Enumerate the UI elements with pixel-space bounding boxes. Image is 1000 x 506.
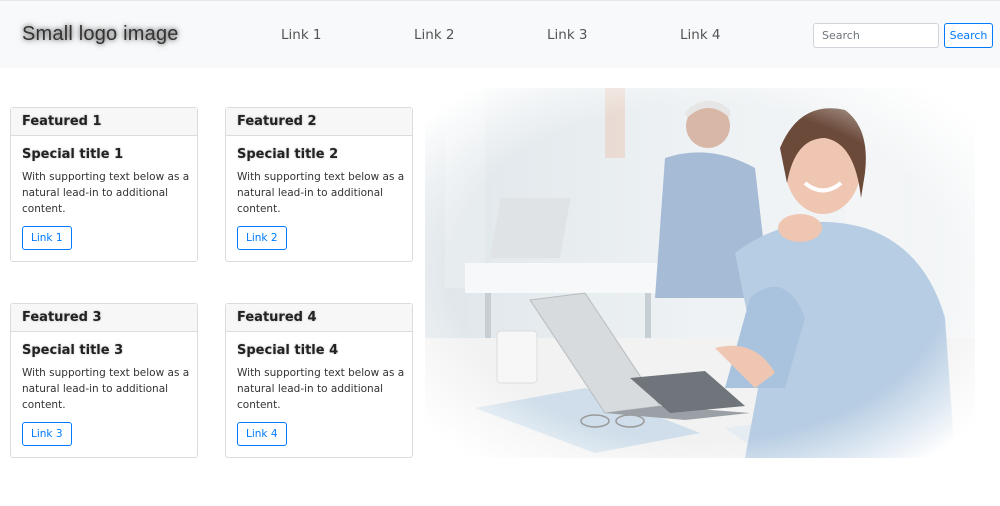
hero-photo bbox=[425, 88, 975, 458]
card-link-button[interactable]: Link 4 bbox=[237, 422, 287, 446]
search-input[interactable] bbox=[813, 23, 939, 48]
nav-link-1[interactable]: Link 1 bbox=[281, 27, 322, 43]
nav-link-2[interactable]: Link 2 bbox=[414, 27, 455, 43]
card-title: Special title 4 bbox=[237, 343, 339, 358]
card-link-button[interactable]: Link 1 bbox=[22, 226, 72, 250]
card-header: Featured 2 bbox=[226, 108, 412, 136]
search-button[interactable]: Search bbox=[944, 23, 993, 48]
card-header: Featured 3 bbox=[11, 304, 197, 332]
card-featured-2: Featured 2 Special title 2 With supporti… bbox=[225, 107, 413, 262]
card-featured-3: Featured 3 Special title 3 With supporti… bbox=[10, 303, 198, 458]
card-text: With supporting text below as a natural … bbox=[22, 171, 190, 215]
nav-link-3[interactable]: Link 3 bbox=[547, 27, 588, 43]
office-photo-illustration bbox=[425, 88, 975, 458]
logo-text[interactable]: Small logo image bbox=[22, 23, 179, 46]
card-text: With supporting text below as a natural … bbox=[22, 367, 190, 411]
card-header: Featured 4 bbox=[226, 304, 412, 332]
card-title: Special title 3 bbox=[22, 343, 124, 358]
card-featured-4: Featured 4 Special title 4 With supporti… bbox=[225, 303, 413, 458]
card-title: Special title 2 bbox=[237, 147, 339, 162]
card-title: Special title 1 bbox=[22, 147, 124, 162]
card-text: With supporting text below as a natural … bbox=[237, 367, 405, 411]
card-link-button[interactable]: Link 2 bbox=[237, 226, 287, 250]
card-header: Featured 1 bbox=[11, 108, 197, 136]
navbar: Small logo image Link 1 Link 2 Link 3 Li… bbox=[0, 0, 1000, 68]
card-text: With supporting text below as a natural … bbox=[237, 171, 405, 215]
nav-link-4[interactable]: Link 4 bbox=[680, 27, 721, 43]
card-link-button[interactable]: Link 3 bbox=[22, 422, 72, 446]
card-featured-1: Featured 1 Special title 1 With supporti… bbox=[10, 107, 198, 262]
